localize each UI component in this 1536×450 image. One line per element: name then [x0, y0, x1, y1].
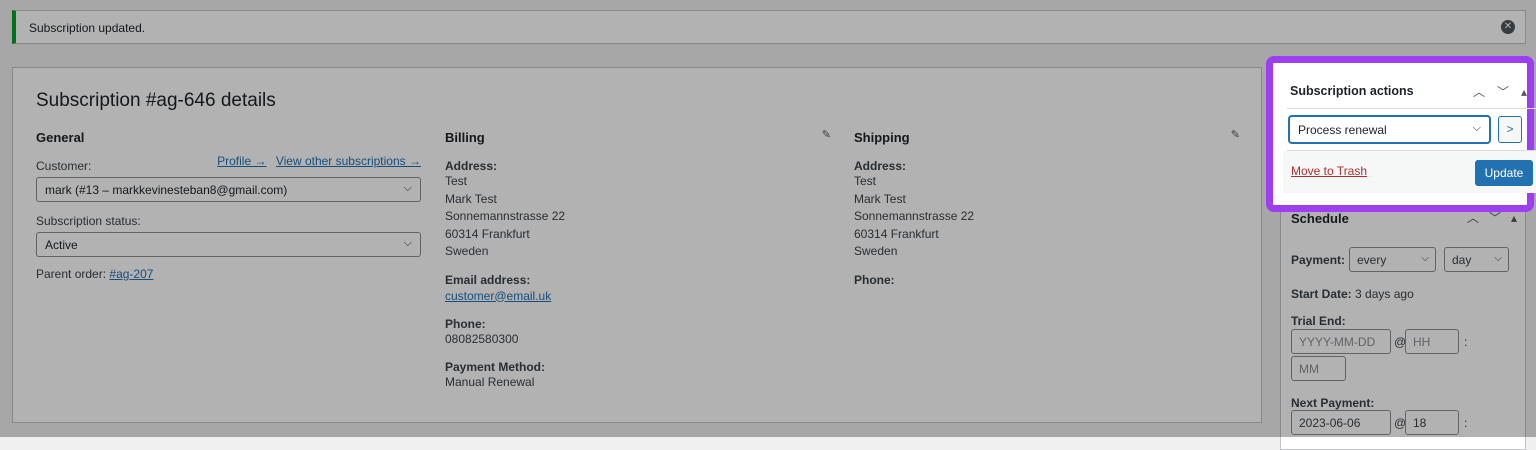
colon-separator: :	[1464, 335, 1468, 349]
status-select-value: Active	[45, 238, 78, 252]
general-column: General Customer: Profile → View other s…	[36, 130, 421, 281]
view-other-subscriptions-link[interactable]: View other subscriptions →	[276, 154, 421, 168]
close-icon[interactable]: ✕	[1501, 20, 1515, 34]
chevron-up-icon[interactable]: ︿	[1467, 211, 1479, 225]
customer-select[interactable]: mark (#13 – markkevinesteban8@gmail.com)…	[36, 177, 421, 202]
general-heading: General	[36, 130, 85, 145]
payment-method-label: Payment Method:	[445, 360, 546, 374]
parent-order-link[interactable]: #ag-207	[109, 267, 153, 281]
address-line: Mark Test	[445, 191, 497, 206]
period-select[interactable]: day ⌵	[1444, 247, 1509, 272]
subscription-actions-footer: Move to Trash Update	[1283, 151, 1536, 193]
interval-value: every	[1357, 253, 1387, 267]
status-label: Subscription status:	[36, 214, 141, 228]
triangle-up-icon[interactable]: ▴	[1521, 85, 1527, 99]
colon-separator: :	[1464, 416, 1468, 430]
schedule-box: Schedule ︿ ﹀ ▴ Payment: every ⌵ day ⌵ Start …	[1280, 200, 1526, 450]
status-select[interactable]: Active ⌵	[36, 232, 421, 257]
trial-hour-input[interactable]: HH	[1405, 329, 1459, 354]
start-date-label: Start Date:	[1291, 287, 1352, 301]
update-button[interactable]: Update	[1475, 160, 1533, 186]
address-line: Sonnemannstrasse 22	[854, 209, 975, 223]
billing-email: Email address: customer@email.uk	[445, 273, 830, 305]
pencil-icon[interactable]: ✎	[1231, 128, 1240, 141]
billing-column: Billing ✎ Address: Test Mark Test Sonnem…	[445, 128, 831, 404]
trial-date-input[interactable]: YYYY-MM-DD	[1291, 329, 1391, 354]
billing-payment-method: Payment Method: Manual Renewal	[445, 360, 830, 392]
next-payment-label: Next Payment:	[1291, 396, 1375, 410]
phone-value: 08082580300	[445, 331, 519, 346]
payment-label: Payment:	[1291, 253, 1346, 267]
parent-order: Parent order: #ag-207	[36, 267, 421, 281]
chevron-up-icon[interactable]: ︿	[1473, 85, 1485, 99]
phone-label: Phone:	[445, 316, 486, 331]
parent-order-label: Parent order:	[36, 267, 107, 281]
next-payment-date-input[interactable]: 2023-06-06	[1291, 410, 1391, 435]
apply-action-button[interactable]: >	[1498, 116, 1522, 143]
address-line: 60314 Frankfurt	[854, 226, 939, 241]
chevron-down-icon: ⌵	[403, 182, 412, 194]
notice-text: Subscription updated.	[29, 21, 146, 35]
address-line: Test	[854, 174, 877, 188]
address-line: Sonnemannstrasse 22	[445, 209, 566, 223]
address-line: 60314 Frankfurt	[445, 226, 530, 241]
shipping-address: Address: Test Mark Test Sonnemannstrasse…	[854, 159, 1239, 261]
chevron-down-icon: ⌵	[1472, 122, 1481, 134]
customer-select-value: mark (#13 – markkevinesteban8@gmail.com)	[45, 183, 288, 197]
subscription-actions-box: Subscription actions ︿ ﹀ ▴ Process renewal…	[1283, 69, 1536, 193]
start-date: Start Date: 3 days ago	[1291, 287, 1414, 301]
triangle-up-icon[interactable]: ▴	[1511, 211, 1517, 225]
shipping-phone-label: Phone:	[854, 272, 895, 287]
shipping-address-label: Address:	[854, 159, 907, 173]
chevron-down-icon: ⌵	[1421, 253, 1429, 264]
interval-select[interactable]: every ⌵	[1349, 247, 1436, 272]
customer-links: Profile → View other subscriptions →	[211, 154, 421, 168]
trial-minute-input[interactable]: MM	[1291, 356, 1346, 381]
start-date-value: 3 days ago	[1355, 287, 1414, 301]
action-select[interactable]: Process renewal ⌵	[1289, 116, 1490, 143]
billing-heading: Billing	[445, 130, 485, 145]
address-line: Sweden	[445, 244, 489, 258]
move-to-trash-link[interactable]: Move to Trash	[1291, 164, 1367, 178]
chevron-down-icon: ⌵	[403, 237, 412, 249]
next-payment-hour-input[interactable]: 18	[1405, 410, 1459, 435]
address-line: Test	[445, 174, 468, 188]
trial-end-label: Trial End:	[1291, 314, 1346, 328]
profile-link[interactable]: Profile →	[217, 154, 266, 168]
pencil-icon[interactable]: ✎	[822, 128, 831, 141]
page-title: Subscription #ag-646 details	[36, 90, 276, 111]
divider	[1287, 108, 1536, 109]
address-line: Sweden	[854, 244, 898, 258]
email-label: Email address:	[445, 272, 531, 287]
subscription-actions-title: Subscription actions	[1290, 84, 1414, 98]
billing-phone: Phone: 08082580300	[445, 317, 830, 349]
chevron-down-icon[interactable]: ﹀	[1497, 85, 1509, 99]
subscription-details-panel: Subscription #ag-646 details General Cus…	[12, 67, 1262, 423]
billing-address-label: Address:	[445, 159, 498, 173]
schedule-title: Schedule	[1291, 211, 1349, 226]
email-link[interactable]: customer@email.uk	[445, 289, 551, 303]
chevron-down-icon: ⌵	[1494, 253, 1502, 264]
payment-method-value: Manual Renewal	[445, 375, 535, 389]
shipping-heading: Shipping	[854, 130, 910, 145]
period-value: day	[1452, 253, 1472, 267]
subscription-actions-controls: ︿ ﹀ ▴	[1461, 83, 1527, 100]
billing-address: Address: Test Mark Test Sonnemannstrasse…	[445, 159, 830, 261]
address-line: Mark Test	[854, 191, 906, 206]
shipping-phone: Phone:	[854, 273, 1239, 287]
shipping-column: Shipping ✎ Address: Test Mark Test Sonne…	[854, 128, 1240, 299]
action-select-value: Process renewal	[1298, 123, 1387, 137]
subscription-actions-highlight: Subscription actions ︿ ﹀ ▴ Process renewal…	[1266, 56, 1536, 212]
chevron-down-icon[interactable]: ﹀	[1489, 211, 1501, 225]
success-notice: Subscription updated. ✕	[12, 10, 1526, 44]
